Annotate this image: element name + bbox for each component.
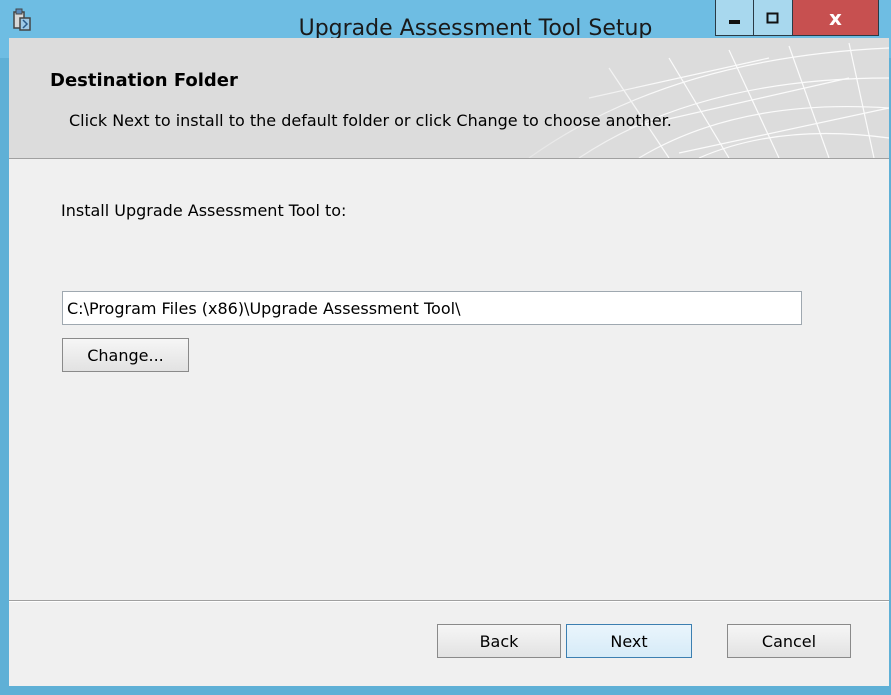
dialog-client-area: Destination Folder Click Next to install… xyxy=(9,38,889,686)
cancel-button[interactable]: Cancel xyxy=(727,624,851,658)
header-banner: Destination Folder Click Next to install… xyxy=(9,38,889,159)
install-path-field[interactable] xyxy=(62,291,802,325)
next-button[interactable]: Next xyxy=(566,624,692,658)
back-button[interactable]: Back xyxy=(437,624,561,658)
install-location-label: Install Upgrade Assessment Tool to: xyxy=(61,201,347,220)
maximize-button[interactable] xyxy=(754,0,793,36)
footer-separator xyxy=(9,600,889,602)
close-button[interactable]: x xyxy=(793,0,879,36)
minimize-button[interactable] xyxy=(715,0,754,36)
change-button[interactable]: Change... xyxy=(62,338,189,372)
banner-graphic xyxy=(469,38,889,158)
banner-description: Click Next to install to the default fol… xyxy=(69,111,672,130)
minimize-icon xyxy=(728,19,740,24)
setup-window: Upgrade Assessment Tool Setup x Destinat… xyxy=(0,0,891,695)
banner-title: Destination Folder xyxy=(50,70,238,91)
maximize-icon xyxy=(766,12,779,23)
close-icon: x xyxy=(829,5,842,30)
